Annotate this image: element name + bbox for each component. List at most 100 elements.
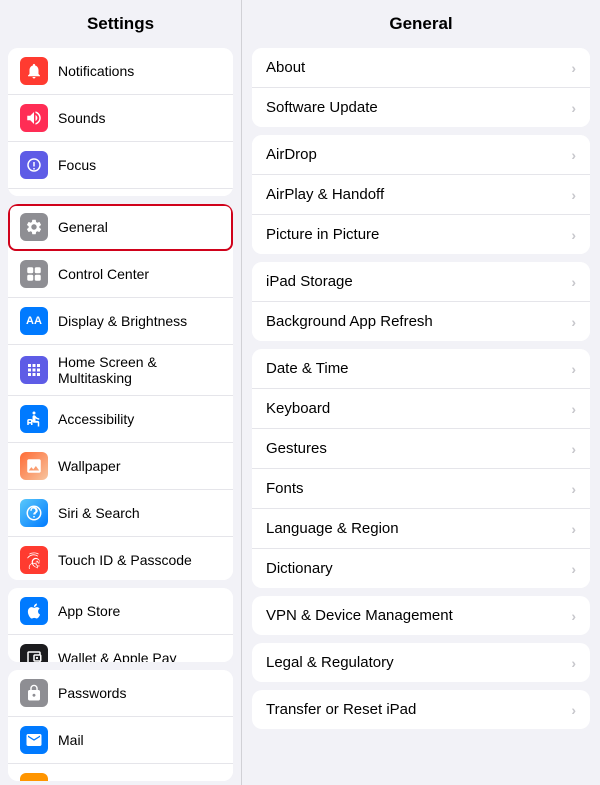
settings-group-connectivity: AirDrop › AirPlay & Handoff › Picture in…: [252, 135, 590, 254]
notifications-label: Notifications: [58, 63, 134, 79]
sidebar-item-accessibility[interactable]: Accessibility: [8, 396, 233, 443]
softwareupdate-chevron: ›: [571, 100, 576, 116]
mail-icon: [20, 726, 48, 754]
sidebar-item-wallpaper[interactable]: Wallpaper: [8, 443, 233, 490]
sidebar-item-homescreen[interactable]: Home Screen & Multitasking: [8, 345, 233, 396]
keyboard-label: Keyboard: [266, 400, 330, 417]
settings-group-storage: iPad Storage › Background App Refresh ›: [252, 262, 590, 341]
siri-icon: [20, 499, 48, 527]
pictureinpicture-label: Picture in Picture: [266, 226, 379, 243]
airplay-label: AirPlay & Handoff: [266, 186, 384, 203]
settings-row-language[interactable]: Language & Region ›: [252, 509, 590, 549]
settings-row-ipadstorage[interactable]: iPad Storage ›: [252, 262, 590, 302]
settings-row-pictureinpicture[interactable]: Picture in Picture ›: [252, 215, 590, 254]
touchid-label: Touch ID & Passcode: [58, 552, 192, 568]
fonts-chevron: ›: [571, 481, 576, 497]
legal-chevron: ›: [571, 655, 576, 671]
accessibility-icon: [20, 405, 48, 433]
passwords-icon: [20, 679, 48, 707]
pictureinpicture-chevron: ›: [571, 227, 576, 243]
sidebar-title: Settings: [0, 0, 241, 44]
about-label: About: [266, 59, 305, 76]
settings-row-softwareupdate[interactable]: Software Update ›: [252, 88, 590, 127]
datetime-chevron: ›: [571, 361, 576, 377]
sidebar-group-system: Notifications Sounds Focus Screen Time: [8, 48, 233, 196]
airplay-chevron: ›: [571, 187, 576, 203]
wallet-icon: [20, 644, 48, 662]
sounds-icon: [20, 104, 48, 132]
sidebar-item-appstore[interactable]: App Store: [8, 588, 233, 635]
sidebar-item-screentime[interactable]: Screen Time: [8, 189, 233, 196]
sidebar-item-contacts[interactable]: Contacts: [8, 764, 233, 781]
gestures-label: Gestures: [266, 440, 327, 457]
backgroundapp-label: Background App Refresh: [266, 313, 433, 330]
focus-label: Focus: [58, 157, 96, 173]
sidebar: Settings Notifications Sounds Focus: [0, 0, 242, 785]
settings-group-legal: Legal & Regulatory ›: [252, 643, 590, 682]
accessibility-label: Accessibility: [58, 411, 134, 427]
settings-row-keyboard[interactable]: Keyboard ›: [252, 389, 590, 429]
sidebar-item-display[interactable]: AA Display & Brightness: [8, 298, 233, 345]
airdrop-label: AirDrop: [266, 146, 317, 163]
general-icon: [20, 213, 48, 241]
settings-row-gestures[interactable]: Gestures ›: [252, 429, 590, 469]
controlcenter-icon: [20, 260, 48, 288]
sidebar-item-general[interactable]: General: [8, 204, 233, 251]
notifications-icon: [20, 57, 48, 85]
dictionary-chevron: ›: [571, 561, 576, 577]
sidebar-item-sounds[interactable]: Sounds: [8, 95, 233, 142]
focus-icon: [20, 151, 48, 179]
sidebar-item-wallet[interactable]: Wallet & Apple Pay: [8, 635, 233, 662]
settings-row-fonts[interactable]: Fonts ›: [252, 469, 590, 509]
keyboard-chevron: ›: [571, 401, 576, 417]
ipadstorage-chevron: ›: [571, 274, 576, 290]
display-label: Display & Brightness: [58, 313, 187, 329]
sounds-label: Sounds: [58, 110, 105, 126]
settings-group-vpn: VPN & Device Management ›: [252, 596, 590, 635]
transfer-chevron: ›: [571, 702, 576, 718]
settings-group-updates: About › Software Update ›: [252, 48, 590, 127]
sidebar-item-notifications[interactable]: Notifications: [8, 48, 233, 95]
app-container: Settings Notifications Sounds Focus: [0, 0, 600, 785]
homescreen-icon: [20, 356, 48, 384]
appstore-icon: [20, 597, 48, 625]
appstore-label: App Store: [58, 603, 120, 619]
display-icon: AA: [20, 307, 48, 335]
settings-row-about[interactable]: About ›: [252, 48, 590, 88]
softwareupdate-label: Software Update: [266, 99, 378, 116]
homescreen-label: Home Screen & Multitasking: [58, 354, 221, 386]
settings-row-datetime[interactable]: Date & Time ›: [252, 349, 590, 389]
sidebar-group-apps: Passwords Mail Contacts: [8, 670, 233, 781]
sidebar-group-store: App Store Wallet & Apple Pay: [8, 588, 233, 662]
airdrop-chevron: ›: [571, 147, 576, 163]
settings-row-legal[interactable]: Legal & Regulatory ›: [252, 643, 590, 682]
gestures-chevron: ›: [571, 441, 576, 457]
sidebar-item-siri[interactable]: Siri & Search: [8, 490, 233, 537]
sidebar-item-passwords[interactable]: Passwords: [8, 670, 233, 717]
backgroundapp-chevron: ›: [571, 314, 576, 330]
settings-group-reset: Transfer or Reset iPad ›: [252, 690, 590, 729]
vpn-label: VPN & Device Management: [266, 607, 453, 624]
sidebar-item-mail[interactable]: Mail: [8, 717, 233, 764]
sidebar-group-preferences: General Control Center AA Display & Brig…: [8, 204, 233, 580]
datetime-label: Date & Time: [266, 360, 349, 377]
main-title: General: [242, 0, 600, 44]
passwords-label: Passwords: [58, 685, 126, 701]
settings-row-airdrop[interactable]: AirDrop ›: [252, 135, 590, 175]
wallpaper-label: Wallpaper: [58, 458, 121, 474]
contacts-icon: [20, 773, 48, 781]
settings-row-transfer[interactable]: Transfer or Reset iPad ›: [252, 690, 590, 729]
fonts-label: Fonts: [266, 480, 304, 497]
settings-row-airplay[interactable]: AirPlay & Handoff ›: [252, 175, 590, 215]
settings-row-dictionary[interactable]: Dictionary ›: [252, 549, 590, 588]
settings-row-vpn[interactable]: VPN & Device Management ›: [252, 596, 590, 635]
sidebar-item-focus[interactable]: Focus: [8, 142, 233, 189]
sidebar-item-controlcenter[interactable]: Control Center: [8, 251, 233, 298]
language-label: Language & Region: [266, 520, 399, 537]
legal-label: Legal & Regulatory: [266, 654, 394, 671]
general-label: General: [58, 219, 108, 235]
vpn-chevron: ›: [571, 608, 576, 624]
settings-row-backgroundapp[interactable]: Background App Refresh ›: [252, 302, 590, 341]
sidebar-item-touchid[interactable]: Touch ID & Passcode: [8, 537, 233, 580]
settings-group-locale: Date & Time › Keyboard › Gestures › Font…: [252, 349, 590, 588]
